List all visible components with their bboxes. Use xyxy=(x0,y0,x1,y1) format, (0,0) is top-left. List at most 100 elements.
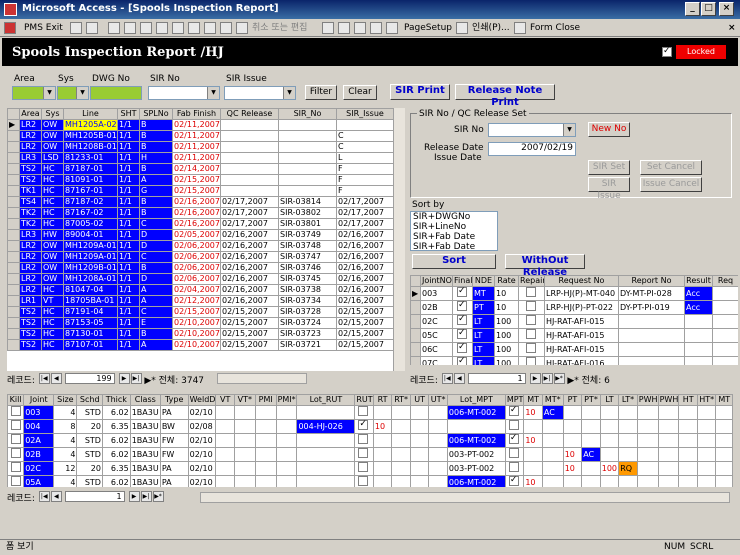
table-cell[interactable] xyxy=(296,461,356,476)
table-cell[interactable]: TK1 xyxy=(19,185,42,197)
without-release-button[interactable]: WithOut Release xyxy=(505,254,585,278)
table-cell[interactable]: 1/1 xyxy=(117,141,140,153)
issue-cancel-button[interactable]: Issue Cancel xyxy=(640,177,702,192)
table-cell[interactable] xyxy=(657,461,680,476)
req-cell[interactable] xyxy=(712,300,738,315)
request-no-cell[interactable]: LRP-HJ(P)-PT-022 xyxy=(544,300,619,315)
table-cell[interactable] xyxy=(7,433,25,448)
table-cell[interactable]: LR2 xyxy=(19,262,42,274)
table-cell[interactable]: 02/15,2007 xyxy=(172,174,221,186)
table-cell[interactable]: 02/15,2007 xyxy=(220,306,279,318)
table-cell[interactable]: LR1 xyxy=(19,295,42,307)
table-cell[interactable] xyxy=(278,163,337,175)
print-preview-icon[interactable] xyxy=(70,22,82,34)
table-cell[interactable] xyxy=(678,405,698,420)
table-cell[interactable] xyxy=(696,419,717,434)
nde-cell[interactable]: LT xyxy=(472,314,495,329)
table-cell[interactable]: 87153-05 xyxy=(63,317,118,329)
table-cell[interactable]: B xyxy=(139,163,173,175)
table-cell[interactable]: PA xyxy=(159,475,189,487)
column-header[interactable]: Joint xyxy=(23,394,55,406)
table-cell[interactable]: 02/11,2007 xyxy=(172,119,221,131)
table-cell[interactable]: 02/16,2007 xyxy=(336,262,394,274)
table-cell[interactable]: 02/05,2007 xyxy=(172,229,221,241)
table-cell[interactable]: HC xyxy=(41,339,64,351)
table-cell[interactable]: LR2 xyxy=(19,251,42,263)
table-cell[interactable] xyxy=(7,419,25,434)
table-cell[interactable]: HC xyxy=(41,163,64,175)
table-cell[interactable]: 004 xyxy=(23,419,55,434)
final-checkbox[interactable] xyxy=(452,286,473,301)
minimize-button[interactable]: _ xyxy=(685,2,700,16)
table-cell[interactable] xyxy=(220,174,279,186)
table-cell[interactable]: 02/15,2007 xyxy=(220,317,279,329)
table-cell[interactable]: B xyxy=(139,141,173,153)
table-cell[interactable] xyxy=(391,433,411,448)
table-cell[interactable]: 02/06,2007 xyxy=(172,240,221,252)
table-cell[interactable]: 02/17,2007 xyxy=(336,196,394,208)
table-cell[interactable] xyxy=(428,461,448,476)
table-cell[interactable] xyxy=(599,433,620,448)
table-cell[interactable]: 02/15,2007 xyxy=(172,185,221,197)
table-cell[interactable]: HC xyxy=(41,207,64,219)
table-row[interactable]: 0048206.351BA3UBW02/08 004-HJ-026 10 xyxy=(7,419,733,434)
column-header[interactable]: Line xyxy=(63,108,118,120)
final-checkbox[interactable] xyxy=(452,342,473,357)
column-header[interactable]: RUT xyxy=(354,394,374,406)
table-cell[interactable]: 1/1 xyxy=(117,273,140,285)
table-row[interactable]: TS2 HC 87187-01 1/1 B 02/14,2007 F xyxy=(7,163,394,175)
table-cell[interactable]: C xyxy=(139,306,173,318)
table-cell[interactable] xyxy=(233,419,256,434)
table-cell[interactable] xyxy=(618,405,638,420)
table-cell[interactable] xyxy=(541,433,564,448)
table-cell[interactable]: 1/1 xyxy=(117,218,140,230)
joint-no-cell[interactable]: 02B xyxy=(420,300,453,315)
table-cell[interactable] xyxy=(446,419,506,434)
sort-option[interactable]: SIR+Fab Date Desc xyxy=(411,242,497,250)
table-cell[interactable] xyxy=(7,461,25,476)
table-cell[interactable] xyxy=(409,419,430,434)
delete-icon[interactable] xyxy=(220,22,232,34)
table-cell[interactable] xyxy=(220,163,279,175)
table-cell[interactable] xyxy=(541,419,564,434)
table-cell[interactable] xyxy=(7,475,25,487)
row-selector[interactable] xyxy=(7,240,20,252)
nde-cell[interactable]: LT xyxy=(472,342,495,357)
table-cell[interactable]: HC xyxy=(41,317,64,329)
table-cell[interactable] xyxy=(599,447,620,462)
table-cell[interactable]: 1BA3U xyxy=(129,405,161,420)
table-cell[interactable]: TS2 xyxy=(19,317,42,329)
column-header[interactable]: Lot_RUT xyxy=(296,394,356,406)
row-selector[interactable] xyxy=(7,328,20,340)
table-row[interactable]: 02B 4 STD 6.02 1BA3U FW 02/10 003-PT-002 10 AC xyxy=(7,447,733,462)
next-record-icon[interactable]: ▶ xyxy=(529,373,541,384)
column-header[interactable]: LT xyxy=(599,394,620,406)
table-cell[interactable]: 10 xyxy=(372,419,393,434)
column-header[interactable]: JointNO xyxy=(420,275,453,287)
column-header[interactable]: NDE xyxy=(472,275,495,287)
table-cell[interactable]: 02/15,2007 xyxy=(336,317,394,329)
printer-icon[interactable] xyxy=(456,22,468,34)
table-cell[interactable]: 02/06,2007 xyxy=(172,262,221,274)
table-cell[interactable]: FW xyxy=(159,447,189,462)
table-cell[interactable]: 02/17,2007 xyxy=(220,207,279,219)
table-cell[interactable]: TK2 xyxy=(19,207,42,219)
table-cell[interactable] xyxy=(715,447,733,462)
table-cell[interactable]: LR3 xyxy=(19,152,42,164)
table-cell[interactable]: 02/16,2007 xyxy=(336,229,394,241)
table-cell[interactable]: L xyxy=(336,152,394,164)
table-cell[interactable] xyxy=(562,405,583,420)
table-cell[interactable]: MH1209A-01 xyxy=(63,251,118,263)
column-header[interactable]: Kill xyxy=(7,394,25,406)
spools-vertical-scrollbar[interactable] xyxy=(393,108,405,371)
table-cell[interactable] xyxy=(391,461,411,476)
table-cell[interactable] xyxy=(618,433,638,448)
row-selector[interactable] xyxy=(7,185,20,197)
table-cell[interactable]: C xyxy=(336,130,394,142)
table-row[interactable]: ▶ LR2 OW MH1205A-02 1/1 B 02/11,2007 xyxy=(7,119,394,131)
final-checkbox[interactable] xyxy=(452,314,473,329)
table-cell[interactable]: LR2 xyxy=(19,273,42,285)
table-cell[interactable]: 1BA3U xyxy=(129,461,161,476)
cut-icon[interactable] xyxy=(322,22,334,34)
table-row[interactable]: 02C LT100 HJ-RAT-AFI-015 xyxy=(410,314,738,329)
